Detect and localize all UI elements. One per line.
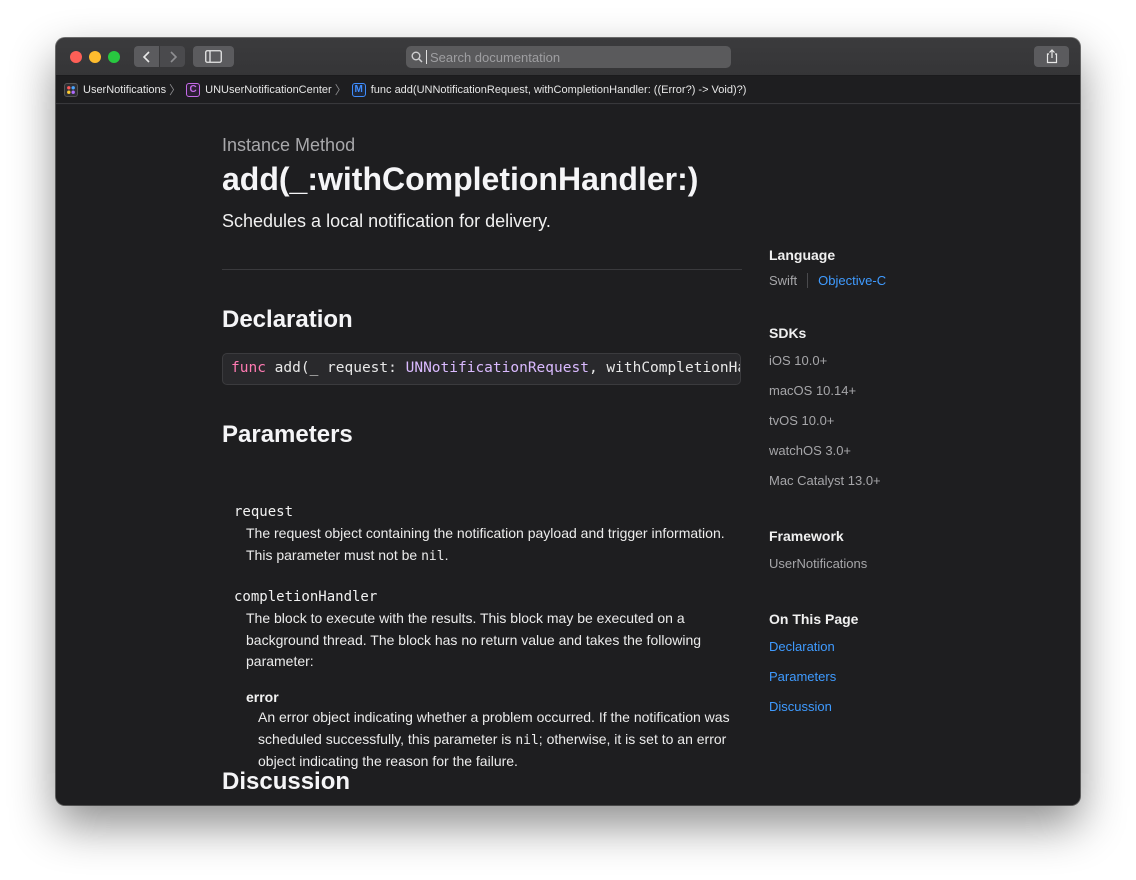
- back-button[interactable]: [134, 46, 159, 67]
- forward-button[interactable]: [160, 46, 185, 67]
- divider: [222, 269, 742, 270]
- breadcrumb-item-class[interactable]: C UNUserNotificationCenter: [186, 82, 332, 97]
- language-separator: [807, 273, 809, 288]
- inline-code: nil: [515, 732, 539, 748]
- chevron-left-icon: [142, 50, 150, 63]
- on-this-page-link-parameters[interactable]: Parameters: [769, 669, 836, 684]
- framework-name: UserNotifications: [769, 556, 868, 571]
- method-icon: M: [351, 82, 366, 97]
- sidebar-icon: [205, 50, 222, 63]
- breadcrumb-item-usernotifications[interactable]: UserNotifications: [64, 82, 167, 97]
- abstract: Schedules a local notification for deliv…: [222, 211, 551, 231]
- breadcrumb: UserNotifications 〉 C UNUserNotification…: [56, 76, 1080, 104]
- sdks-heading: SDKs: [769, 325, 807, 341]
- code-text: , withCompletionHandler: ((Error?) -> Vo…: [588, 360, 740, 376]
- breadcrumb-separator: 〉: [169, 83, 182, 97]
- search-input[interactable]: [427, 49, 720, 65]
- breadcrumb-label: func add(UNNotificationRequest, withComp…: [370, 83, 747, 96]
- share-icon: [1046, 49, 1057, 64]
- declaration-heading: Declaration: [222, 306, 353, 333]
- close-window-button[interactable]: [70, 51, 82, 63]
- class-icon: C: [186, 82, 201, 97]
- breadcrumb-label: UserNotifications: [83, 83, 167, 96]
- param-description: The block to execute with the results. T…: [246, 610, 702, 669]
- symbol-kind: Instance Method: [222, 135, 356, 155]
- sidebar-toggle-button[interactable]: [193, 46, 234, 67]
- zoom-window-button[interactable]: [108, 51, 120, 63]
- param-name: completionHandler: [234, 589, 378, 605]
- page-title: add(_:withCompletionHandler:): [222, 161, 699, 197]
- parameters-heading: Parameters: [222, 421, 353, 448]
- sdk-item: watchOS 3.0+: [769, 443, 852, 458]
- sdk-item: iOS 10.0+: [769, 353, 828, 368]
- sdk-item: Mac Catalyst 13.0+: [769, 473, 881, 488]
- language-switcher: Swift Objective-C: [769, 273, 886, 288]
- code-type-link[interactable]: UNNotificationRequest: [406, 360, 589, 376]
- breadcrumb-separator: 〉: [334, 83, 347, 97]
- app-window: UserNotifications 〉 C UNUserNotification…: [56, 38, 1080, 805]
- param-name: request: [234, 504, 294, 520]
- search-field[interactable]: [406, 46, 731, 68]
- declaration-code[interactable]: func add(_ request: UNNotificationReques…: [222, 353, 741, 385]
- framework-heading: Framework: [769, 528, 844, 544]
- language-heading: Language: [769, 247, 836, 263]
- framework-icon: [64, 82, 78, 97]
- desc-text: .: [444, 546, 449, 563]
- documentation-content[interactable]: Instance Method add(_:withCompletionHand…: [56, 105, 1080, 805]
- breadcrumb-item-method[interactable]: M func add(UNNotificationRequest, withCo…: [351, 82, 747, 97]
- sdk-item: tvOS 10.0+: [769, 413, 835, 428]
- sub-param-name: error: [246, 689, 279, 705]
- code-keyword: func: [231, 360, 266, 376]
- discussion-heading: Discussion: [222, 768, 351, 795]
- search-icon: [411, 50, 425, 64]
- code-text: add(_ request:: [265, 360, 406, 376]
- on-this-page-heading: On This Page: [769, 611, 859, 627]
- sdk-item: macOS 10.14+: [769, 383, 857, 398]
- breadcrumb-label: UNUserNotificationCenter: [205, 83, 332, 96]
- on-this-page-link-declaration[interactable]: Declaration: [769, 639, 835, 654]
- inline-code: nil: [421, 548, 445, 564]
- param-description: The request object containing the notifi…: [246, 523, 726, 567]
- share-button[interactable]: [1034, 46, 1069, 67]
- language-swift[interactable]: Swift: [769, 273, 797, 288]
- title-bar: [56, 38, 1080, 76]
- language-objective-c-link[interactable]: Objective-C: [818, 273, 886, 288]
- on-this-page-link-discussion[interactable]: Discussion: [769, 699, 832, 714]
- minimize-window-button[interactable]: [89, 51, 101, 63]
- chevron-right-icon: [169, 50, 177, 63]
- desc-text: The request object containing the notifi…: [246, 525, 725, 563]
- sub-param-description: An error object indicating whether a pro…: [258, 707, 733, 773]
